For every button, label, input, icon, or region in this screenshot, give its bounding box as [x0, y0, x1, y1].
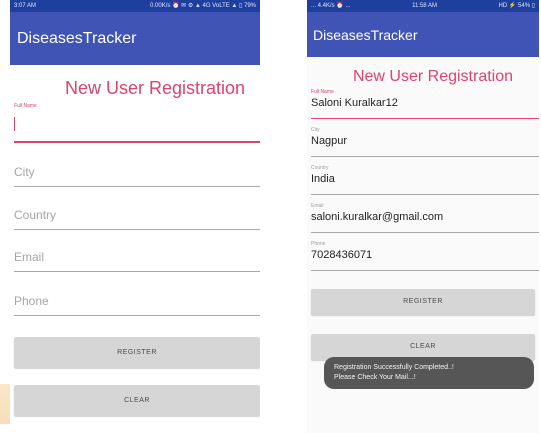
- city-placeholder: City: [14, 165, 35, 179]
- country-value: India: [311, 173, 335, 185]
- email-placeholder: Email: [14, 250, 45, 264]
- register-button[interactable]: REGISTER: [14, 337, 260, 368]
- registration-screen-filled: ... 4.4K/s ⏰ ... 11:58 AM HD ⚡ 54% ▯ Dis…: [307, 0, 539, 433]
- status-bar: 3:07 AM 0.00K/s ⏰ ✉ ⚙ ▲ 4G VoLTE ▲ ▯ 79%: [10, 0, 260, 12]
- email-value: saloni.kuralkar@gmail.com: [311, 211, 444, 223]
- status-bar-left: ... 4.4K/s ⏰ ...: [311, 3, 351, 9]
- page-title: New User Registration: [352, 68, 514, 85]
- app-title: DiseasesTracker: [313, 26, 418, 43]
- register-button[interactable]: REGISTER: [311, 289, 535, 315]
- clear-button[interactable]: CLEAR: [14, 385, 260, 416]
- app-bar: DiseasesTracker: [307, 12, 539, 57]
- status-bar-time: 3:07 AM: [14, 3, 37, 9]
- email-field[interactable]: Email: [14, 240, 260, 272]
- country-underline: [14, 229, 260, 230]
- toast-line-1: Registration Successfully Completed..!: [334, 364, 454, 371]
- city-value: Nagpur: [311, 135, 348, 147]
- city-underline: [311, 156, 539, 157]
- country-label: Country: [311, 165, 329, 171]
- full-name-value: Saloni Kuralkar12: [311, 97, 398, 109]
- email-label: Email: [311, 203, 324, 209]
- phone-label: Phone: [311, 241, 326, 247]
- status-bar-indicators: HD ⚡ 54% ▯: [498, 3, 535, 9]
- country-placeholder: Country: [14, 208, 57, 222]
- country-field[interactable]: Country India: [311, 165, 539, 201]
- registration-screen-empty: 3:07 AM 0.00K/s ⏰ ✉ ⚙ ▲ 4G VoLTE ▲ ▯ 79%…: [10, 0, 260, 433]
- phone-underline: [14, 315, 260, 316]
- city-field[interactable]: City: [14, 155, 260, 187]
- toast-line-2: Please Check Your Mail...!: [334, 374, 416, 381]
- full-name-underline: [14, 141, 260, 143]
- phone-field[interactable]: Phone: [14, 284, 260, 316]
- full-name-label: Full Name: [311, 89, 334, 95]
- city-underline: [14, 186, 260, 187]
- email-underline: [311, 232, 539, 233]
- phone-placeholder: Phone: [14, 294, 49, 308]
- status-bar-indicators: 0.00K/s ⏰ ✉ ⚙ ▲ 4G VoLTE ▲ ▯ 79%: [150, 3, 256, 9]
- success-toast: Registration Successfully Completed..! P…: [324, 357, 534, 389]
- phone-underline: [311, 270, 539, 271]
- email-field[interactable]: Email saloni.kuralkar@gmail.com: [311, 203, 539, 239]
- status-bar-time: 11:58 AM: [412, 3, 437, 9]
- watermark-mark: [0, 384, 10, 424]
- text-cursor: [14, 117, 15, 131]
- country-field[interactable]: Country: [14, 198, 260, 230]
- city-field[interactable]: City Nagpur: [311, 127, 539, 163]
- status-bar: ... 4.4K/s ⏰ ... 11:58 AM HD ⚡ 54% ▯: [307, 0, 539, 12]
- app-title: DiseasesTracker: [17, 29, 137, 47]
- page-title: New User Registration: [64, 78, 246, 98]
- full-name-label: Full Name: [14, 103, 37, 109]
- phone-value: 7028436071: [311, 249, 373, 261]
- country-underline: [311, 194, 539, 195]
- app-bar: DiseasesTracker: [10, 12, 260, 65]
- city-label: City: [311, 127, 320, 133]
- full-name-field[interactable]: Full Name Saloni Kuralkar12: [311, 89, 539, 125]
- email-underline: [14, 271, 260, 272]
- phone-field[interactable]: Phone 7028436071: [311, 241, 539, 277]
- full-name-field[interactable]: Full Name: [14, 103, 260, 143]
- full-name-underline: [311, 118, 539, 119]
